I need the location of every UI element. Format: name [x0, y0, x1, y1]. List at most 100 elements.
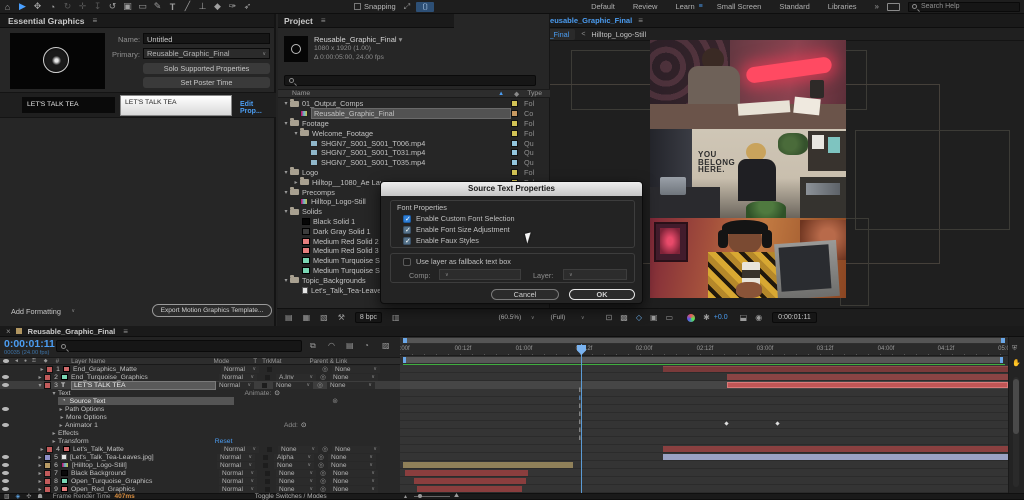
- selection-tool-icon[interactable]: ▶: [15, 1, 30, 12]
- parent-dropdown[interactable]: None: [327, 461, 376, 469]
- ok-button[interactable]: OK: [569, 289, 635, 300]
- timeline-graph-area[interactable]: 0:00f 00:12f 01:00f 01:12f 02:00f 02:12f…: [400, 337, 1008, 493]
- workspace-overflow-icon[interactable]: »: [875, 2, 879, 11]
- project-search-box[interactable]: [284, 75, 536, 86]
- more-options-row[interactable]: ▸ More Options: [0, 413, 400, 421]
- animator-1-row[interactable]: ▸ Animator 1 Add: ⊙: [0, 421, 400, 429]
- parent-dropdown[interactable]: None: [327, 453, 376, 461]
- trkmat-dropdown[interactable]: Alpha: [274, 453, 314, 461]
- trkmat-dropdown[interactable]: None: [276, 477, 316, 485]
- layer-name-column-header[interactable]: Layer Name: [71, 358, 105, 365]
- trkmat-dropdown[interactable]: A.Inv: [276, 373, 316, 381]
- export-mogrt-button[interactable]: Export Motion Graphics Template...: [152, 304, 272, 317]
- transform-reset-link[interactable]: Reset: [215, 438, 233, 445]
- video-eye-icon[interactable]: [2, 375, 9, 379]
- workspace-libraries[interactable]: Libraries: [828, 2, 857, 11]
- help-search-box[interactable]: Search Help: [908, 1, 1020, 12]
- mode-dropdown[interactable]: Normal: [216, 381, 254, 389]
- edit-properties-link[interactable]: Edit Prop...: [240, 101, 276, 115]
- parent-pickwhip-icon[interactable]: ◎: [318, 461, 324, 469]
- video-eye-icon[interactable]: [2, 479, 9, 483]
- sort-arrow-icon[interactable]: ▲: [498, 91, 504, 97]
- project-row[interactable]: SHGN7_S001_S001_T006.mp4 Qu: [278, 138, 550, 148]
- toggle-switches-modes-button[interactable]: Toggle Switches / Modes: [255, 493, 327, 500]
- trkmat-dropdown[interactable]: None: [278, 445, 318, 453]
- t-toggle[interactable]: [265, 374, 270, 380]
- region-of-interest-icon[interactable]: ⊡: [606, 313, 613, 322]
- hand-tool-icon[interactable]: ✥: [30, 1, 45, 12]
- resolution-dropdown[interactable]: (Full): [547, 311, 588, 324]
- enable-font-size-checkbox[interactable]: [403, 225, 411, 234]
- graph-editor-icon[interactable]: ▨: [382, 341, 390, 350]
- layer-row-6[interactable]: ▸ 6 [Hilltop_Logo-Still] Normal None ◎ N…: [0, 461, 400, 469]
- camera-tool-icon[interactable]: ▣: [120, 1, 135, 12]
- add-formatting-dropdown[interactable]: Add Formatting: [8, 305, 78, 317]
- parent-link-column-header[interactable]: Parent & Link: [309, 358, 347, 365]
- roto-brush-tool-icon[interactable]: ✑: [225, 1, 240, 12]
- mask-visibility-icon[interactable]: ◇: [636, 313, 642, 322]
- magnification-dropdown[interactable]: (60.5%): [495, 311, 538, 324]
- layer-bar-hilltop-logo-still[interactable]: [403, 462, 573, 468]
- workspace-default[interactable]: Default: [591, 2, 615, 11]
- comp-button-icon[interactable]: ✋: [1012, 359, 1021, 367]
- delete-icon[interactable]: ▥: [392, 313, 400, 322]
- pan-camera-tool-icon[interactable]: ✛: [75, 1, 90, 12]
- pen-tool-icon[interactable]: ✎: [150, 1, 165, 12]
- playhead-line[interactable]: [581, 344, 582, 493]
- parent-pickwhip-icon[interactable]: ◎: [320, 373, 326, 381]
- use-layer-fallback-checkbox[interactable]: [403, 257, 411, 266]
- layer-bar-black-background[interactable]: [405, 470, 528, 476]
- rulers-icon[interactable]: ▭: [666, 313, 674, 322]
- trkmat-dropdown[interactable]: None: [276, 469, 316, 477]
- timeline-panel-menu-icon[interactable]: ≡: [123, 327, 128, 336]
- layer-row-9[interactable]: ▸ 9 Open_Red_Graphics Normal None ◎ None: [0, 485, 400, 493]
- parent-pickwhip-icon[interactable]: ◎: [318, 453, 324, 461]
- puppet-tool-icon[interactable]: ➶: [240, 1, 255, 12]
- timeline-zoom-knob[interactable]: [418, 494, 422, 498]
- layer-bar-lets-talk-matte[interactable]: [663, 446, 1008, 452]
- time-navigator[interactable]: [403, 338, 1005, 343]
- enable-custom-font-checkbox[interactable]: [403, 214, 411, 223]
- new-composition-icon[interactable]: ▧: [320, 313, 328, 322]
- orbit-camera-tool-icon[interactable]: ↻: [60, 1, 75, 12]
- snap-angle-icon[interactable]: ⤢: [404, 2, 410, 12]
- snapshot-camera-icon[interactable]: ⬓: [740, 313, 748, 322]
- snap-bounds-icon[interactable]: 〔〕: [416, 1, 435, 12]
- label-column-icon[interactable]: ◆: [514, 90, 519, 98]
- layer-bar-end-turquoise-graphics[interactable]: [727, 374, 1008, 380]
- project-selected-item-name[interactable]: Reusable_Graphic_Final: [314, 35, 397, 44]
- dialog-title-bar[interactable]: Source Text Properties: [381, 182, 642, 196]
- workspace-learn-menu-icon[interactable]: ≡: [699, 3, 703, 10]
- transparency-grid-icon[interactable]: ▩: [620, 313, 628, 322]
- layer-bar-open-turquoise-graphics[interactable]: [414, 478, 526, 484]
- comp-dropdown[interactable]: [439, 269, 521, 280]
- parent-dropdown[interactable]: None: [329, 469, 378, 477]
- primary-dropdown[interactable]: Reusable_Graphic_Final: [143, 48, 270, 59]
- exposure-gear-icon[interactable]: ✱: [703, 313, 710, 322]
- t-toggle[interactable]: [265, 470, 270, 476]
- layer-bar-end-graphics-matte[interactable]: [663, 366, 1008, 372]
- shy-layers-icon[interactable]: ◠: [328, 341, 335, 350]
- layer-row-5[interactable]: ▸ 5 [Let's_Talk_Tea-Leaves.jpg] Normal A…: [0, 453, 400, 461]
- workspace-standard[interactable]: Standard: [779, 2, 809, 11]
- comp-tab-title[interactable]: Reusable_Graphic_Final: [545, 16, 633, 25]
- parent-pickwhip-icon[interactable]: ◎: [317, 381, 323, 389]
- t-toggle[interactable]: [267, 446, 272, 452]
- layer-row-4[interactable]: ▸ 4 Let's_Talk_Matte Normal None ◎ None: [0, 445, 400, 453]
- layer-row-7[interactable]: ▸ 7 Black Background Normal None ◎ None: [0, 469, 400, 477]
- breadcrumb-other-comp[interactable]: Hilltop_Logo-Still: [591, 30, 646, 39]
- zoom-tool-icon[interactable]: ◔: [45, 2, 60, 12]
- time-ruler[interactable]: 0:00f 00:12f 01:00f 01:12f 02:00f 02:12f…: [400, 344, 1008, 356]
- t-toggle[interactable]: [262, 382, 267, 388]
- type-column-header[interactable]: Type: [527, 90, 542, 97]
- interpret-footage-icon[interactable]: ▤: [285, 313, 293, 322]
- exposure-value[interactable]: +0.0: [714, 314, 728, 321]
- transform-group-row[interactable]: ▸ Transform Reset: [0, 437, 400, 445]
- parent-dropdown[interactable]: None: [326, 381, 375, 389]
- t-toggle[interactable]: [263, 462, 268, 468]
- comp-marker-bin-icon[interactable]: ⛨: [1012, 345, 1017, 353]
- name-column-header[interactable]: Name: [292, 90, 310, 97]
- mode-dropdown[interactable]: Normal: [221, 445, 259, 453]
- spatial-interp-icon[interactable]: ✣: [26, 493, 31, 500]
- video-eye-icon[interactable]: [2, 471, 9, 475]
